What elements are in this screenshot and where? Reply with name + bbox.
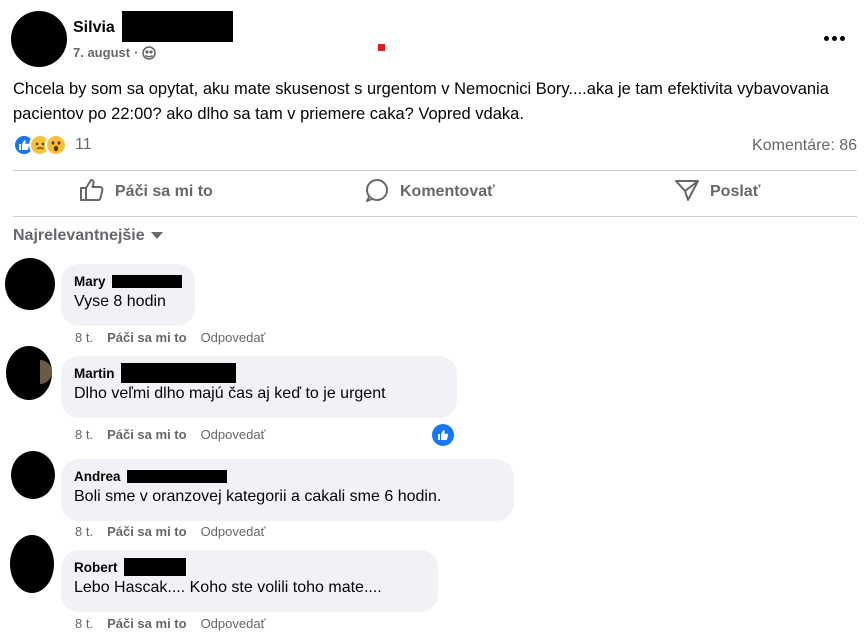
post-meta: 7. august · [73, 45, 157, 60]
wow-reaction-icon [45, 134, 67, 156]
comment-bubble: Robert Lebo Hascak.... Koho ste volili t… [61, 550, 438, 612]
commenter-name[interactable]: Andrea [74, 469, 121, 484]
comment-reply-link[interactable]: Odpovedať [201, 524, 266, 539]
comment-actions: 8 t. Páči sa mi to Odpovedať [75, 616, 265, 631]
commenter-avatar[interactable] [11, 451, 55, 499]
comments-count[interactable]: Komentáre: 86 [752, 137, 857, 155]
redaction-bar [120, 363, 236, 383]
comment-icon [364, 178, 390, 207]
comment-like-link[interactable]: Páči sa mi to [107, 330, 186, 345]
like-button-label: Páči sa mi to [115, 183, 213, 200]
share-button-label: Poslať [710, 183, 761, 200]
like-button[interactable]: Páči sa mi to [79, 171, 213, 213]
comment-like-link[interactable]: Páči sa mi to [107, 427, 186, 442]
commenter-name-row: Martin [74, 363, 444, 383]
more-options-button[interactable] [822, 26, 846, 50]
comment-like-link[interactable]: Páči sa mi to [107, 616, 186, 631]
comment-reply-link[interactable]: Odpovedať [201, 427, 266, 442]
redaction-bar [123, 558, 186, 576]
commenter-name-row: Robert [74, 558, 425, 576]
comment-time[interactable]: 8 t. [75, 616, 93, 631]
red-marker [378, 44, 385, 51]
comment-time[interactable]: 8 t. [75, 330, 93, 345]
comment-actions: 8 t. Páči sa mi to Odpovedať [75, 427, 265, 442]
comment-actions: 8 t. Páči sa mi to Odpovedať [75, 524, 265, 539]
comment-bubble: Martin Dlho veľmi dlho majú čas aj keď t… [61, 356, 457, 418]
redaction-bar [126, 469, 227, 483]
comment-text: Boli sme v oranzovej kategorii a cakali … [74, 488, 442, 505]
redaction-bar [122, 11, 233, 42]
meta-separator: · [134, 45, 139, 60]
share-icon [674, 178, 700, 207]
reactions-summary[interactable]: 11 [13, 134, 92, 156]
comment-actions: 8 t. Páči sa mi to Odpovedať [75, 330, 265, 345]
globe-icon[interactable] [142, 45, 157, 60]
comment-text: Vyse 8 hodin [74, 293, 166, 310]
commenter-avatar[interactable] [6, 346, 52, 400]
commenter-name-row: Andrea [74, 467, 501, 485]
reaction-count[interactable]: 11 [75, 136, 92, 154]
redaction-bar [111, 274, 182, 288]
commenter-name-row: Mary [74, 272, 182, 290]
caret-down-icon [150, 227, 163, 245]
commenter-avatar[interactable] [5, 258, 55, 310]
comment-button[interactable]: Komentovať [364, 171, 495, 213]
like-reaction-icon[interactable] [432, 424, 454, 446]
comment-bubble: Andrea Boli sme v oranzovej kategorii a … [61, 459, 514, 521]
comment-reply-link[interactable]: Odpovedať [201, 616, 266, 631]
post-date[interactable]: 7. august [73, 45, 130, 60]
avatar-photo-edge [40, 360, 52, 384]
comment-bubble: Mary Vyse 8 hodin [61, 264, 195, 326]
post-text: Chcela by som sa opytat, aku mate skusen… [13, 80, 829, 123]
comment-text: Lebo Hascak.... Koho ste volili toho mat… [74, 579, 382, 596]
commenter-name[interactable]: Robert [74, 560, 118, 575]
commenter-name[interactable]: Mary [74, 274, 106, 289]
more-icon [823, 35, 829, 41]
comment-text: Dlho veľmi dlho majú čas aj keď to je ur… [74, 385, 386, 402]
author-avatar[interactable] [11, 11, 67, 67]
thumbs-up-icon [79, 178, 105, 207]
comment-button-label: Komentovať [400, 183, 495, 200]
comment-reply-link[interactable]: Odpovedať [201, 330, 266, 345]
comment-sort-dropdown[interactable]: Najrelevantnejšie [13, 227, 163, 245]
author-name[interactable]: Silvia [73, 19, 115, 37]
comment-time[interactable]: 8 t. [75, 524, 93, 539]
divider [13, 216, 857, 217]
commenter-name[interactable]: Martin [74, 366, 115, 381]
comment-like-link[interactable]: Páči sa mi to [107, 524, 186, 539]
commenter-avatar[interactable] [10, 535, 54, 593]
comment-time[interactable]: 8 t. [75, 427, 93, 442]
share-button[interactable]: Poslať [674, 171, 760, 213]
sort-label: Najrelevantnejšie [13, 227, 145, 244]
